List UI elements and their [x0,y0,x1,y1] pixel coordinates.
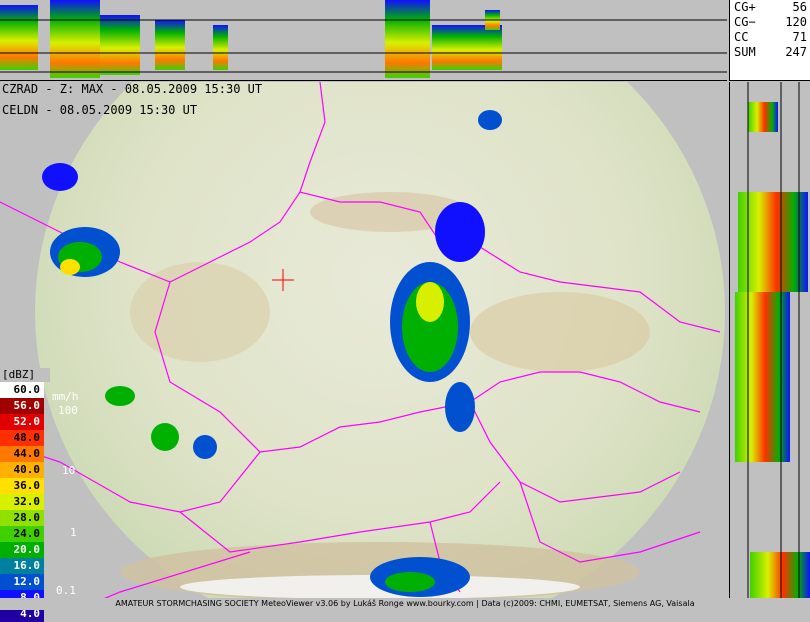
stat-label: CG+ [734,0,756,14]
footer-credits: AMATEUR STORMCHASING SOCIETY MeteoViewer… [0,598,810,610]
rate-label: 0.1 [56,584,76,597]
radar-title: CZRAD - Z: MAX - 08.05.2009 15:30 UT [2,82,263,96]
stat-label: CC [734,30,749,44]
stat-cg-plus: CG+ 56 [730,0,810,15]
rate-label: 100 [58,404,78,417]
top-profile-graphic [0,0,727,78]
right-profile-strip [729,82,810,610]
radar-map[interactable] [0,82,727,598]
dbz-legend: [dBZ] 60.0 56.0 52.0 48.0 44.0 40.0 36.0 32.0 28… [0,368,50,622]
legend-level: 56.0 [0,398,44,414]
right-profile-graphic [735,82,810,610]
radar-map-graphic [0,82,725,598]
legend-level: 40.0 [0,462,44,478]
legend-level: 36.0 [0,478,44,494]
stat-cc: CC 71 [730,30,810,45]
legend-level: 16.0 [0,558,44,574]
legend-scale: 60.0 56.0 52.0 48.0 44.0 40.0 36.0 32.0 28.0 24.0… [0,382,50,622]
lightning-title: CELDN - 08.05.2009 15:30 UT [2,103,198,117]
stat-cg-minus: CG− 120 [730,15,810,30]
legend-level: 60.0 [0,382,44,398]
stat-label: CG− [734,15,756,29]
rate-unit: mm/h [52,390,79,403]
legend-level: 48.0 [0,430,44,446]
lightning-stats-panel: CG+ 56 CG− 120 CC 71 SUM 247 [729,0,810,81]
stat-sum: SUM 247 [730,45,810,60]
stat-value: 71 [792,30,807,44]
legend-level: 28.0 [0,510,44,526]
legend-unit: [dBZ] [0,368,50,382]
top-profile-strip [0,0,727,81]
stat-value: 120 [785,15,807,29]
stat-value: 56 [792,0,807,14]
legend-level: 44.0 [0,446,44,462]
legend-level: 32.0 [0,494,44,510]
legend-level: 12.0 [0,574,44,590]
stat-label: SUM [734,45,756,59]
rate-label: 1 [70,526,77,539]
legend-level: 20.0 [0,542,44,558]
rate-label: 10 [62,464,76,477]
stat-value: 247 [785,45,807,59]
legend-level: 24.0 [0,526,44,542]
legend-level: 52.0 [0,414,44,430]
